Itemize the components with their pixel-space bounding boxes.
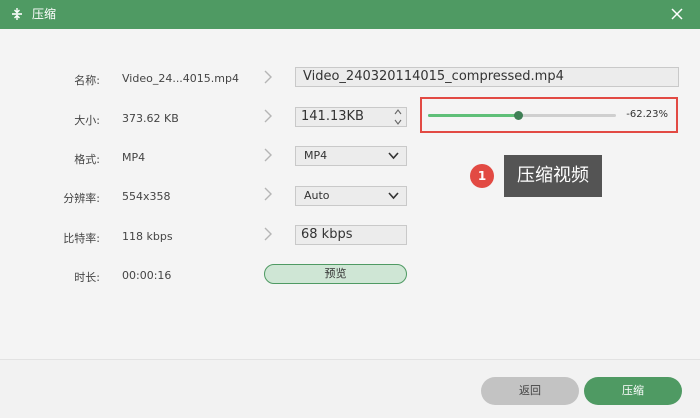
callout-tooltip: 压缩视频 bbox=[504, 155, 602, 197]
footer: 返回 压缩 bbox=[0, 359, 700, 418]
chevron-right-icon bbox=[264, 109, 272, 123]
original-duration: 00:00:16 bbox=[122, 269, 172, 282]
output-name-field[interactable]: Video_240320114015_compressed.mp4 bbox=[295, 67, 679, 87]
chevron-up-icon[interactable] bbox=[394, 108, 402, 116]
chevron-down-icon bbox=[388, 192, 399, 200]
format-label: 格式: bbox=[74, 153, 100, 166]
preview-button[interactable]: 预览 bbox=[264, 264, 407, 284]
size-label: 大小: bbox=[74, 114, 100, 127]
original-name: Video_24...4015.mp4 bbox=[122, 72, 239, 85]
chevron-right-icon bbox=[264, 227, 272, 241]
compression-slider[interactable] bbox=[428, 111, 616, 120]
original-format: MP4 bbox=[122, 151, 146, 164]
compress-icon bbox=[12, 8, 22, 20]
back-button[interactable]: 返回 bbox=[481, 377, 579, 405]
settings-panel: 名称: Video_24...4015.mp4 Video_2403201140… bbox=[0, 29, 700, 359]
original-bitrate: 118 kbps bbox=[122, 230, 173, 243]
chevron-down-icon[interactable] bbox=[394, 118, 402, 126]
resolution-selected: Auto bbox=[304, 189, 330, 202]
close-icon[interactable] bbox=[670, 7, 684, 21]
duration-label: 时长: bbox=[74, 271, 100, 284]
original-size: 373.62 KB bbox=[122, 112, 179, 125]
format-select[interactable]: MP4 bbox=[295, 146, 407, 166]
compress-button[interactable]: 压缩 bbox=[584, 377, 682, 405]
compression-slider-highlight: -62.23% bbox=[420, 97, 678, 133]
chevron-right-icon bbox=[264, 148, 272, 162]
original-resolution: 554x358 bbox=[122, 190, 171, 203]
title-bar: 压缩 bbox=[0, 0, 700, 29]
bitrate-field[interactable]: 68 kbps bbox=[295, 225, 407, 245]
resolution-select[interactable]: Auto bbox=[295, 186, 407, 206]
name-label: 名称: bbox=[74, 74, 100, 87]
compression-percent: -62.23% bbox=[626, 109, 668, 120]
chevron-right-icon bbox=[264, 187, 272, 201]
slider-thumb[interactable] bbox=[514, 111, 524, 120]
resolution-label: 分辨率: bbox=[63, 192, 100, 205]
bitrate-label: 比特率: bbox=[63, 232, 100, 245]
window-title: 压缩 bbox=[32, 7, 57, 21]
chevron-down-icon bbox=[388, 152, 399, 160]
size-value: 141.13KB bbox=[301, 109, 364, 124]
size-stepper[interactable]: 141.13KB bbox=[295, 107, 407, 127]
slider-fill bbox=[428, 114, 519, 117]
format-selected: MP4 bbox=[304, 149, 328, 162]
chevron-right-icon bbox=[264, 70, 272, 84]
callout-number-badge: 1 bbox=[470, 164, 494, 188]
